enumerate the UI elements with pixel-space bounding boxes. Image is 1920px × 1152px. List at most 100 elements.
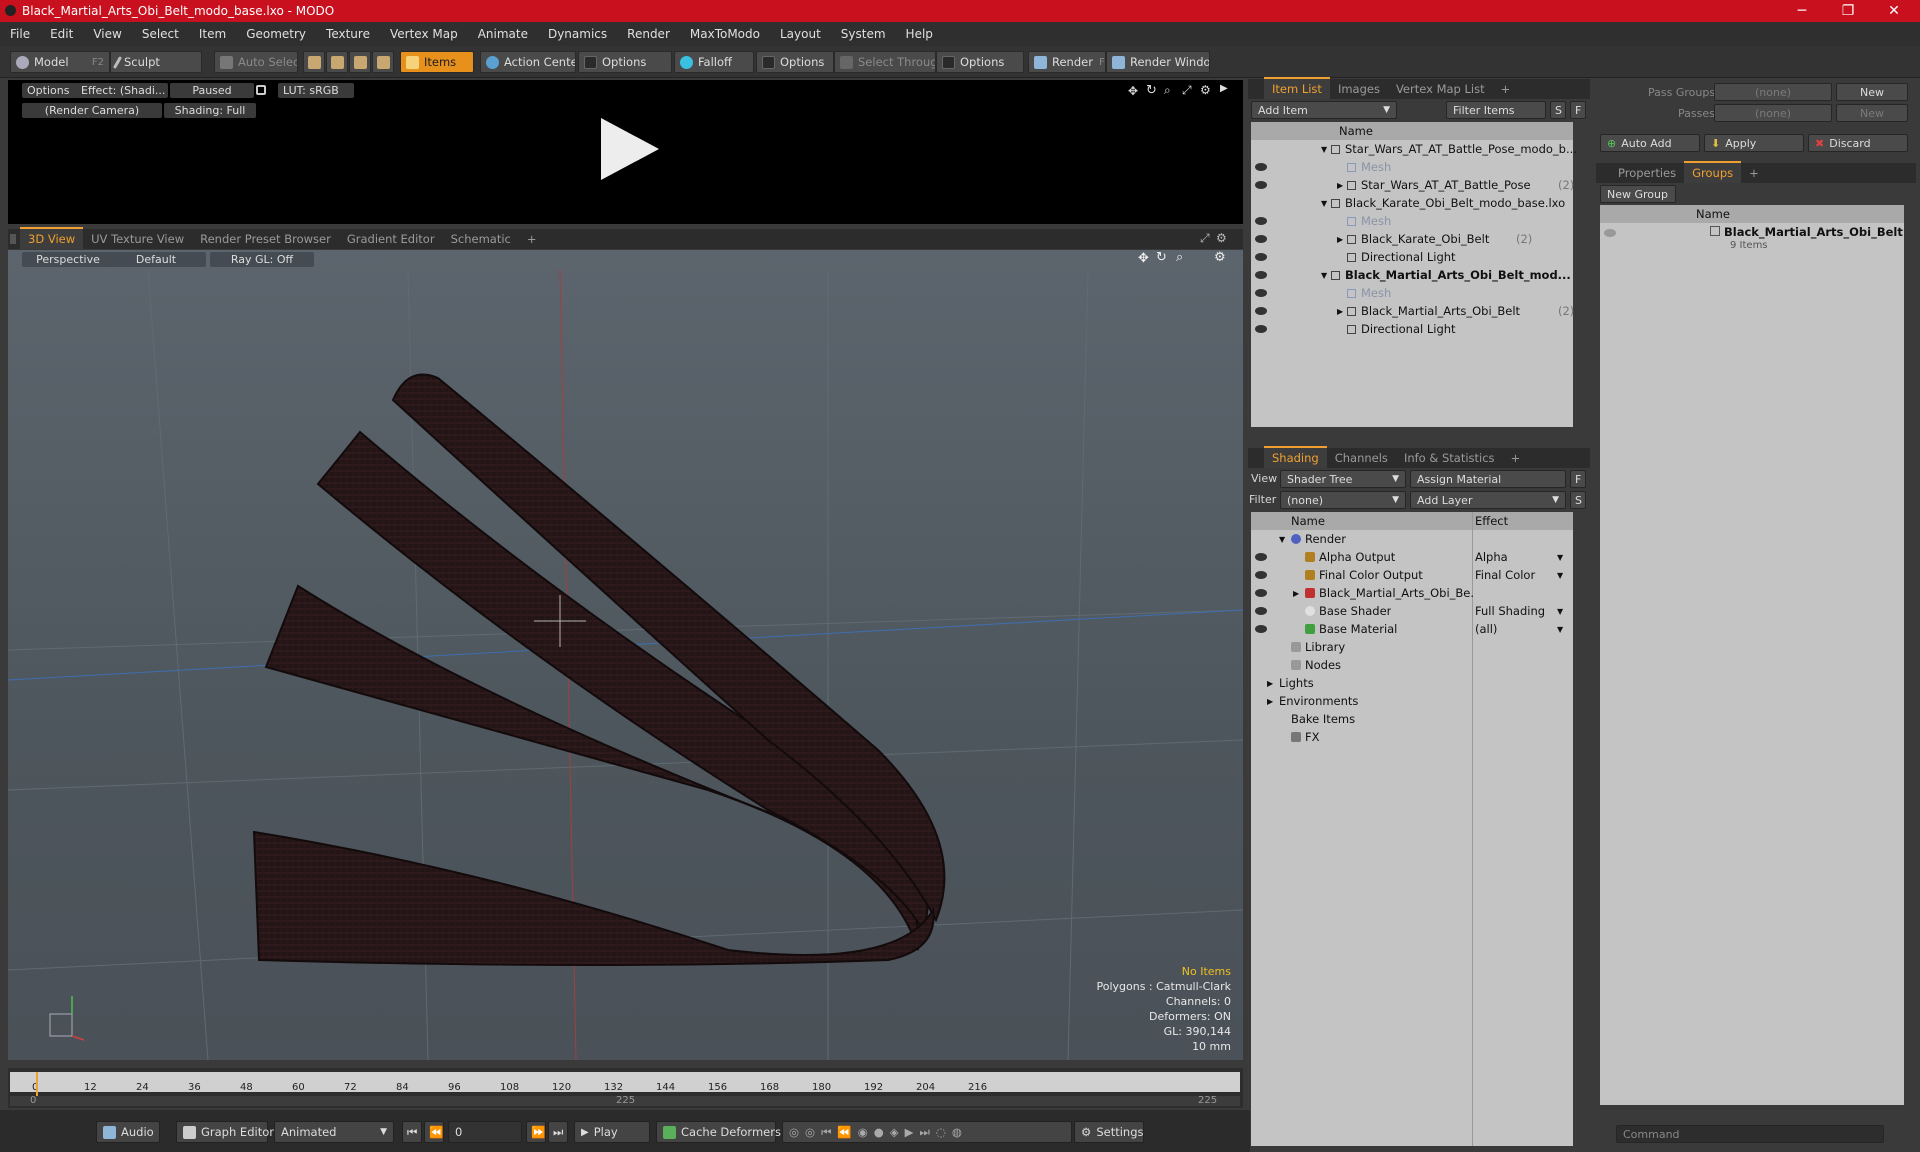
add-tab-icon[interactable]: + (1493, 79, 1519, 99)
eye-icon[interactable] (1255, 607, 1267, 615)
add-tab-icon[interactable]: + (1741, 163, 1767, 183)
maximize-button[interactable]: ❐ (1826, 0, 1870, 22)
auto-select-button[interactable]: Auto Select (214, 51, 298, 73)
shader-tree-row[interactable]: Final Color Output Final Color ▼ (1251, 566, 1573, 584)
menu-animate[interactable]: Animate (468, 27, 538, 41)
animated-dropdown[interactable]: Animated ▼ (274, 1121, 394, 1143)
shader-tree-row[interactable]: Base Shader Full Shading ▼ (1251, 602, 1573, 620)
item-list-row[interactable]: Mesh (1251, 158, 1573, 176)
play-icon[interactable] (593, 114, 663, 184)
menu-help[interactable]: Help (896, 27, 943, 41)
item-list-row[interactable]: Directional Light (1251, 248, 1573, 266)
menu-file[interactable]: File (0, 27, 40, 41)
raygl-dropdown[interactable]: Ray GL: Off (210, 252, 314, 267)
new-group-button[interactable]: New Group (1600, 185, 1676, 203)
select-materials-button[interactable] (372, 51, 394, 73)
tab-item-list[interactable]: Item List (1264, 77, 1330, 99)
eye-icon[interactable] (1255, 235, 1267, 243)
shader-tree-row[interactable]: Nodes (1251, 656, 1573, 674)
expand-arrow-icon[interactable]: ▶ (1337, 181, 1343, 190)
tab-render-preset-browser[interactable]: Render Preset Browser (192, 229, 339, 249)
new-pass-group-button[interactable]: New (1836, 83, 1908, 101)
gear-icon[interactable]: ⚙ (1200, 83, 1211, 97)
shader-tree-dropdown[interactable]: Shader Tree ▼ (1280, 470, 1406, 488)
select-vertices-button[interactable] (303, 51, 325, 73)
shader-tree-row[interactable]: Alpha Output Alpha ▼ (1251, 548, 1573, 566)
frame-field[interactable]: 0 (448, 1121, 522, 1143)
menu-maxtomodo[interactable]: MaxToModo (680, 27, 770, 41)
eye-icon[interactable] (1255, 271, 1267, 279)
menu-render[interactable]: Render (617, 27, 680, 41)
add-tab-icon[interactable]: + (519, 229, 545, 249)
eye-icon[interactable] (1255, 625, 1267, 633)
prev-key-button[interactable]: ⏪ (424, 1121, 444, 1143)
go-to-end-button[interactable]: ⏭ (548, 1121, 568, 1143)
item-list-row[interactable]: ▶ Star_Wars_AT_AT_Battle_Pose (2) (1251, 176, 1574, 194)
expand-arrow-icon[interactable]: ▼ (1321, 199, 1327, 208)
group-row[interactable]: Black_Martial_Arts_Obi_Belt 9 Items (1600, 223, 1904, 253)
add-tab-icon[interactable]: + (1503, 448, 1529, 468)
item-list-row[interactable]: Mesh (1251, 284, 1573, 302)
key-tools-group[interactable]: ◎◎⏮⏪◉●◈▶⏭◌◍ (782, 1121, 1072, 1143)
shader-tree-row[interactable]: FX (1251, 728, 1573, 746)
expand-arrow-icon[interactable]: ▶ (1267, 697, 1273, 706)
shader-tree-row[interactable]: ▶ Black_Martial_Arts_Obi_Be... (1251, 584, 1573, 602)
timeline-playhead[interactable] (36, 1072, 38, 1096)
settings-button[interactable]: ⚙ Settings (1074, 1121, 1144, 1143)
expand-arrow-icon[interactable]: ▼ (1321, 145, 1327, 154)
item-list-tree[interactable]: Name ▼ Star_Wars_AT_AT_Battle_Pose_modo_b… (1251, 122, 1577, 427)
tab-groups[interactable]: Groups (1684, 161, 1742, 183)
menu-layout[interactable]: Layout (770, 27, 831, 41)
menu-dynamics[interactable]: Dynamics (538, 27, 617, 41)
expand-arrow-icon[interactable]: ▶ (1337, 307, 1343, 316)
discard-button[interactable]: ✖ Discard (1808, 134, 1908, 152)
close-button[interactable]: ✕ (1872, 0, 1916, 22)
default-style-dropdown[interactable]: Default (106, 252, 206, 267)
vp-rotate-icon[interactable]: ↻ (1156, 250, 1167, 265)
maximize-panel-icon[interactable]: ⤢ (1200, 231, 1210, 246)
tab-uv-texture-view[interactable]: UV Texture View (83, 229, 192, 249)
render-options-button[interactable]: Options (22, 83, 78, 98)
tab-3d-view[interactable]: 3D View (20, 227, 84, 249)
shader-tree-row[interactable]: Base Material (all) ▼ (1251, 620, 1573, 638)
shader-tree-row[interactable]: ▶ Lights (1251, 674, 1573, 692)
vp-move-icon[interactable]: ✥ (1138, 251, 1149, 266)
vp-zoom-icon[interactable]: ⌕ (1176, 250, 1183, 265)
item-list-row[interactable]: Directional Light (1251, 320, 1573, 338)
eye-icon[interactable] (1604, 229, 1616, 237)
item-list-row[interactable]: ▼ Black_Karate_Obi_Belt_modo_base.lxo (1251, 194, 1573, 212)
menu-geometry[interactable]: Geometry (236, 27, 316, 41)
render-camera-dropdown[interactable]: (Render Camera) (22, 103, 162, 118)
add-layer-dropdown[interactable]: Add Layer ▼ (1410, 491, 1566, 509)
item-list-row[interactable]: ▼ Black_Martial_Arts_Obi_Belt_mod... (1251, 266, 1573, 284)
eye-icon[interactable] (1255, 253, 1267, 261)
render-button[interactable]: RenderF9 (1028, 51, 1106, 73)
tab-gradient-editor[interactable]: Gradient Editor (339, 229, 443, 249)
shading-f-button[interactable]: F (1570, 470, 1586, 488)
model-mode-button[interactable]: Model F2 (10, 51, 110, 73)
expand-arrow-icon[interactable]: ▶ (1220, 83, 1228, 94)
eye-icon[interactable] (1255, 571, 1267, 579)
tab-vertex-map-list[interactable]: Vertex Map List (1388, 79, 1493, 99)
action-center-button[interactable]: Action Center (480, 51, 576, 73)
items-mode-button[interactable]: Items (400, 51, 474, 73)
render-paused-button[interactable]: Paused (170, 83, 254, 98)
eye-icon[interactable] (1255, 181, 1267, 189)
falloff-button[interactable]: Falloff (674, 51, 754, 73)
lock-icon[interactable] (256, 85, 266, 95)
shader-tree-row[interactable]: ▶ Environments (1251, 692, 1573, 710)
layer-effect-dropdown[interactable]: Final Color (1475, 568, 1535, 582)
minimize-button[interactable]: ─ (1780, 0, 1824, 22)
eye-icon[interactable] (1255, 217, 1267, 225)
expand-arrow-icon[interactable]: ▶ (1267, 679, 1273, 688)
select-through-options-button[interactable]: Options (936, 51, 1024, 73)
eye-icon[interactable] (1255, 325, 1267, 333)
auto-add-button[interactable]: ⊕ Auto Add (1600, 134, 1700, 152)
menu-select[interactable]: Select (132, 27, 189, 41)
eye-icon[interactable] (1255, 553, 1267, 561)
pass-groups-dropdown[interactable]: (none) (1714, 83, 1832, 101)
maximize-view-icon[interactable]: ⤢ (1182, 83, 1192, 98)
select-edges-button[interactable] (326, 51, 348, 73)
timeline[interactable]: 0 12 24 36 48 60 72 84 96 108 120 132 144 156 168 180 19… (8, 1068, 1243, 1108)
assign-material-button[interactable]: Assign Material (1410, 470, 1566, 488)
